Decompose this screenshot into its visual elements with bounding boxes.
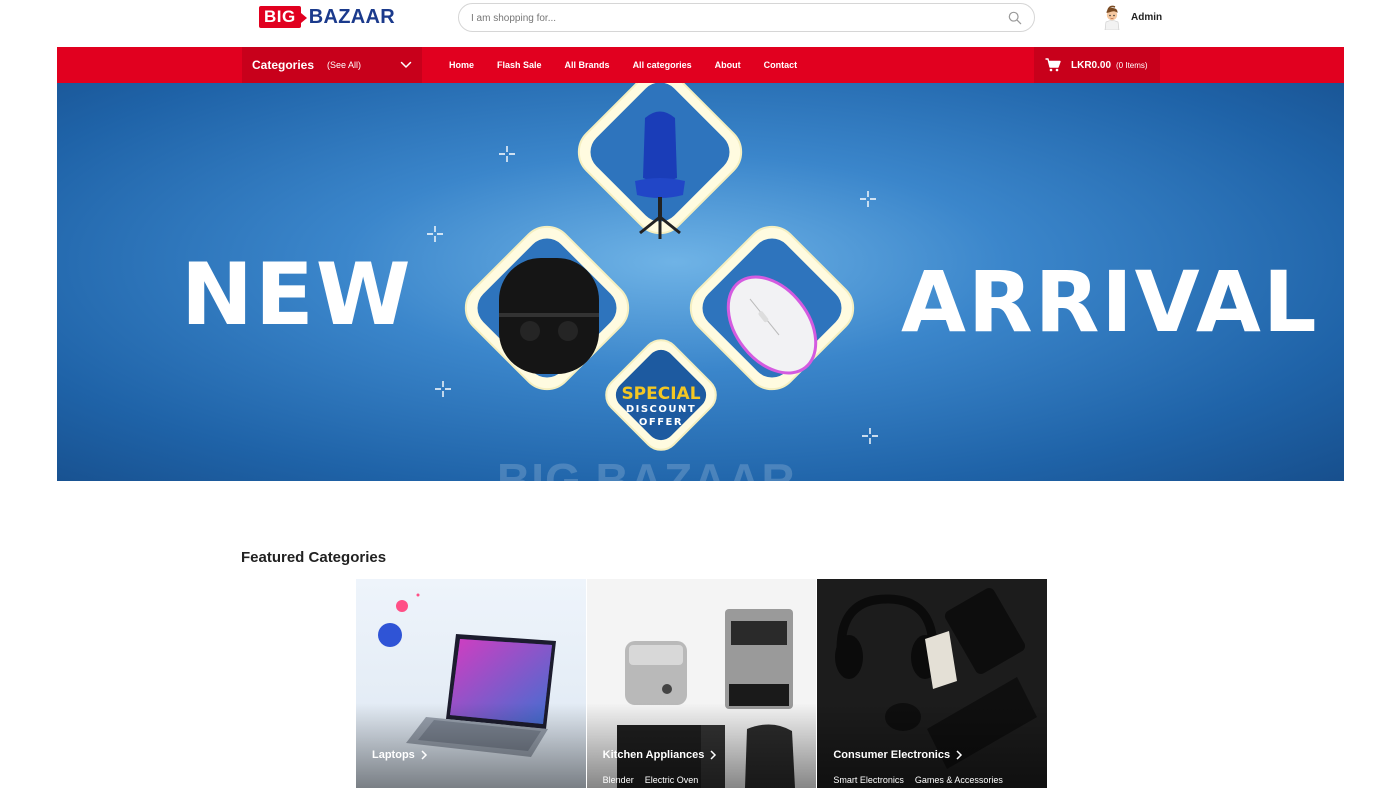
nav-link-all-categories[interactable]: All categories xyxy=(633,60,692,70)
badge-special: SPECIAL xyxy=(621,384,700,404)
top-bar: BIG BAZAAR Admin xyxy=(0,0,1400,46)
category-title[interactable]: Consumer Electronics xyxy=(833,749,963,761)
category-title[interactable]: Kitchen Appliances xyxy=(603,749,718,761)
user-name: Admin xyxy=(1131,11,1163,23)
avatar[interactable] xyxy=(1100,4,1124,30)
category-card-laptops[interactable]: Laptops xyxy=(356,579,586,788)
brand-logo[interactable]: BIG BAZAAR xyxy=(259,5,395,29)
nav-link-all-brands[interactable]: All Brands xyxy=(565,60,610,70)
nav-link-contact[interactable]: Contact xyxy=(764,60,798,70)
category-title-text: Laptops xyxy=(372,749,415,761)
categories-label: Categories xyxy=(252,58,315,72)
subcategory-link[interactable]: Smart Electronics xyxy=(833,775,904,785)
cart-icon xyxy=(1045,58,1061,72)
card-gradient xyxy=(356,703,586,788)
featured-categories-grid: Laptops Kitchen Appliances Blender Elect… xyxy=(356,579,1048,788)
chevron-right-icon xyxy=(421,750,427,760)
hero-new-text: NEW xyxy=(181,245,413,345)
nav-link-flash-sale[interactable]: Flash Sale xyxy=(497,60,542,70)
hero-banner[interactable]: BIG BAZAAR NEW ARRIVAL SPECIAL DISCOUNT … xyxy=(57,83,1344,481)
cart-item-count: (0 Items) xyxy=(1116,60,1148,70)
subcategory-link[interactable]: Electric Oven xyxy=(645,775,699,785)
diamond-mouse xyxy=(689,225,855,391)
hero-product-diamonds: SPECIAL DISCOUNT OFFER xyxy=(464,83,855,451)
cart-button[interactable]: LKR0.00 (0 Items) xyxy=(1034,47,1160,83)
category-card-kitchen-appliances[interactable]: Kitchen Appliances Blender Electric Oven xyxy=(586,579,817,788)
category-card-consumer-electronics[interactable]: Consumer Electronics Smart Electronics G… xyxy=(817,579,1048,788)
category-title-text: Kitchen Appliances xyxy=(602,749,705,761)
hero-arrival-text: ARRIVAL xyxy=(901,253,1319,351)
diamond-chair xyxy=(577,83,743,239)
category-subcategories: Blender Electric Oven xyxy=(603,775,710,785)
subcategory-link[interactable]: Blender xyxy=(603,775,634,785)
user-menu[interactable]: Admin xyxy=(1100,4,1162,30)
subcategory-link[interactable]: Games & Accessories xyxy=(915,775,1003,785)
chevron-right-icon xyxy=(956,750,963,760)
category-title[interactable]: Laptops xyxy=(372,749,428,761)
diamond-earbuds xyxy=(464,225,630,391)
categories-dropdown[interactable]: Categories (See All) xyxy=(242,47,422,83)
logo-big-text: BIG xyxy=(259,6,307,28)
cart-total: LKR0.00 xyxy=(1071,59,1112,71)
search-icon[interactable] xyxy=(1008,11,1022,25)
badge-offer: OFFER xyxy=(639,417,683,428)
search-bar xyxy=(458,3,1035,32)
badge-discount: DISCOUNT xyxy=(626,404,696,415)
chevron-down-icon xyxy=(400,61,412,68)
categories-see-all[interactable]: (See All) xyxy=(327,60,361,70)
category-title-text: Consumer Electronics xyxy=(833,749,951,761)
category-subcategories: Smart Electronics Games & Accessories xyxy=(833,775,1014,785)
chevron-right-icon xyxy=(710,750,717,760)
main-nav: Categories (See All) Home Flash Sale All… xyxy=(57,47,1344,83)
logo-bazaar-text: BAZAAR xyxy=(308,5,395,28)
search-input[interactable] xyxy=(471,9,991,27)
featured-categories-title: Featured Categories xyxy=(241,549,387,566)
nav-link-about[interactable]: About xyxy=(715,60,741,70)
nav-links: Home Flash Sale All Brands All categorie… xyxy=(449,47,820,83)
nav-link-home[interactable]: Home xyxy=(449,60,474,70)
